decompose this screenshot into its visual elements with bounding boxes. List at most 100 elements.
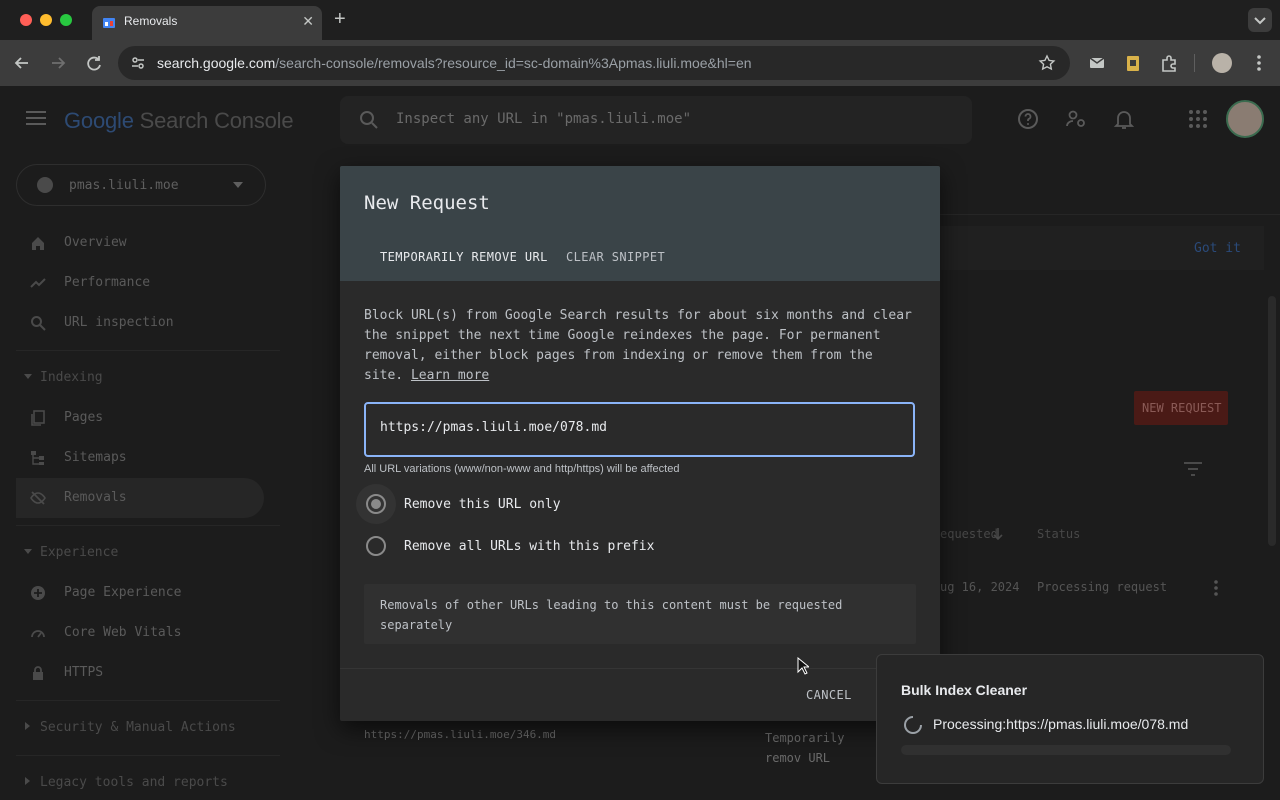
- window-zoom-button[interactable]: [60, 14, 72, 26]
- filter-icon[interactable]: [1184, 462, 1202, 476]
- info-note-text: Removals of other URLs leading to this c…: [380, 598, 843, 632]
- mouse-cursor-icon: [797, 657, 809, 675]
- logo-google: Google: [64, 108, 134, 133]
- browser-tab-bar: Removals ✕ +: [0, 0, 1280, 40]
- active-tab-indicator: [364, 277, 548, 280]
- app-bar: Google Search Console Inspect any URL in…: [0, 86, 1280, 154]
- search-console-logo[interactable]: Google Search Console: [64, 108, 294, 134]
- cancel-button[interactable]: CANCEL: [806, 688, 852, 702]
- menu-icon[interactable]: [26, 110, 46, 126]
- browser-tab[interactable]: Removals ✕: [92, 6, 322, 40]
- sidebar-divider: [16, 700, 280, 701]
- close-tab-icon[interactable]: ✕: [302, 13, 314, 30]
- more-vert-icon[interactable]: [1248, 52, 1270, 74]
- sidebar-item-label: Pages: [64, 410, 104, 425]
- tab-search-button[interactable]: [1248, 8, 1272, 32]
- row-type: Temporarily remov URL: [765, 731, 845, 765]
- new-tab-icon[interactable]: +: [334, 8, 346, 31]
- dialog-footer-divider: [340, 668, 940, 669]
- caret-right-icon: [25, 777, 30, 785]
- new-request-dialog: New Request TEMPORARILY REMOVE URL CLEAR…: [340, 166, 940, 721]
- row-more-icon[interactable]: [1214, 580, 1218, 596]
- dialog-description: Block URL(s) from Google Search results …: [364, 306, 916, 386]
- url-inspect-search[interactable]: Inspect any URL in "pmas.liuli.moe": [340, 96, 972, 144]
- dialog-header: New Request TEMPORARILY REMOVE URL CLEAR…: [340, 166, 940, 281]
- url-input[interactable]: [380, 420, 900, 435]
- sidebar-section-legacy[interactable]: Legacy tools and reports: [16, 768, 264, 798]
- notifications-bell-icon[interactable]: [1112, 107, 1136, 131]
- sidebar-item-label: HTTPS: [64, 665, 104, 680]
- url-input-field[interactable]: [364, 402, 915, 457]
- sidebar-item-url-inspection[interactable]: URL inspection: [16, 303, 264, 343]
- column-header-status[interactable]: Status: [1037, 527, 1080, 541]
- manage-users-icon[interactable]: [1064, 107, 1088, 131]
- search-icon: [360, 111, 378, 129]
- sidebar-item-performance[interactable]: Performance: [16, 263, 264, 303]
- sidebar-section-indexing[interactable]: Indexing: [16, 363, 264, 393]
- search-placeholder: Inspect any URL in "pmas.liuli.moe": [396, 111, 692, 127]
- popup-title: Bulk Index Cleaner: [901, 682, 1028, 698]
- scrollbar-thumb[interactable]: [1268, 296, 1276, 546]
- logo-product: Search Console: [133, 108, 294, 133]
- sidebar-item-label: Removals: [64, 490, 127, 505]
- extensions-puzzle-icon[interactable]: [1158, 52, 1180, 74]
- new-request-button[interactable]: NEW REQUEST: [1134, 391, 1228, 425]
- home-icon: [32, 237, 44, 250]
- row-status: Processing request: [1037, 580, 1168, 594]
- lock-icon: [33, 666, 43, 680]
- sidebar-item-label: Performance: [64, 275, 151, 290]
- address-bar[interactable]: search.google.com/search-console/removal…: [118, 46, 1070, 80]
- search-icon: [31, 316, 46, 331]
- sidebar-item-removals[interactable]: Removals: [16, 478, 264, 518]
- back-icon[interactable]: [11, 52, 33, 74]
- sidebar-item-https[interactable]: HTTPS: [16, 653, 264, 693]
- sidebar-divider: [16, 755, 280, 756]
- apps-grid-icon[interactable]: [1186, 107, 1210, 131]
- tab-temporarily-remove-url[interactable]: TEMPORARILY REMOVE URL: [380, 250, 548, 264]
- section-title: Experience: [40, 545, 119, 560]
- sidebar-item-pages[interactable]: Pages: [16, 398, 264, 438]
- tab-clear-snippet[interactable]: CLEAR SNIPPET: [566, 250, 665, 264]
- mail-extension-icon[interactable]: [1086, 52, 1108, 74]
- new-request-label: NEW REQUEST: [1142, 401, 1222, 415]
- sidebar-item-sitemaps[interactable]: Sitemaps: [16, 438, 264, 478]
- profile-avatar[interactable]: [1212, 53, 1232, 73]
- sort-arrow-down-icon: [993, 528, 1003, 541]
- column-header-requested[interactable]: equested: [940, 527, 998, 541]
- sidebar-section-experience[interactable]: Experience: [16, 538, 264, 568]
- sidebar-section-security[interactable]: Security & Manual Actions: [16, 713, 264, 743]
- sidebar-item-label: Page Experience: [64, 585, 182, 600]
- sidebar-item-label: URL inspection: [64, 315, 174, 330]
- property-selector[interactable]: pmas.liuli.moe: [16, 164, 266, 206]
- sidebar-item-overview[interactable]: Overview: [16, 223, 264, 263]
- sidebar-divider: [16, 350, 280, 351]
- progress-bar: [901, 745, 1231, 755]
- window-close-button[interactable]: [20, 14, 32, 26]
- remove-prefix-radio[interactable]: [366, 536, 386, 556]
- sidebar-item-core-web-vitals[interactable]: Core Web Vitals: [16, 613, 264, 653]
- caret-right-icon: [25, 722, 30, 730]
- remove-url-only-radio[interactable]: [366, 494, 386, 514]
- popup-status: Processing:https://pmas.liuli.moe/078.md: [933, 716, 1189, 732]
- forward-icon[interactable]: [47, 52, 69, 74]
- url-text: search.google.com/search-console/removal…: [157, 55, 752, 71]
- sidebar-item-label: Sitemaps: [64, 450, 127, 465]
- got-it-link[interactable]: Got it: [1194, 241, 1241, 256]
- loading-spinner-icon: [904, 716, 922, 734]
- sidebar-item-page-experience[interactable]: Page Experience: [16, 573, 264, 613]
- learn-more-link[interactable]: Learn more: [411, 368, 489, 383]
- window-minimize-button[interactable]: [40, 14, 52, 26]
- pages-icon: [31, 410, 45, 426]
- bookmark-star-icon[interactable]: [1038, 54, 1056, 72]
- reload-icon[interactable]: [83, 52, 105, 74]
- site-info-icon[interactable]: [130, 55, 146, 71]
- trending-icon: [30, 278, 46, 288]
- url-variation-hint: All URL variations (www/non-www and http…: [364, 463, 680, 475]
- remove-url-only-label[interactable]: Remove this URL only: [404, 497, 561, 512]
- account-avatar[interactable]: [1226, 100, 1264, 138]
- help-icon[interactable]: [1016, 107, 1040, 131]
- url-path: /search-console/removals?resource_id=sc-…: [275, 55, 752, 71]
- section-title: Security & Manual Actions: [40, 720, 236, 735]
- clipboard-extension-icon[interactable]: [1122, 52, 1144, 74]
- remove-prefix-label[interactable]: Remove all URLs with this prefix: [404, 539, 654, 554]
